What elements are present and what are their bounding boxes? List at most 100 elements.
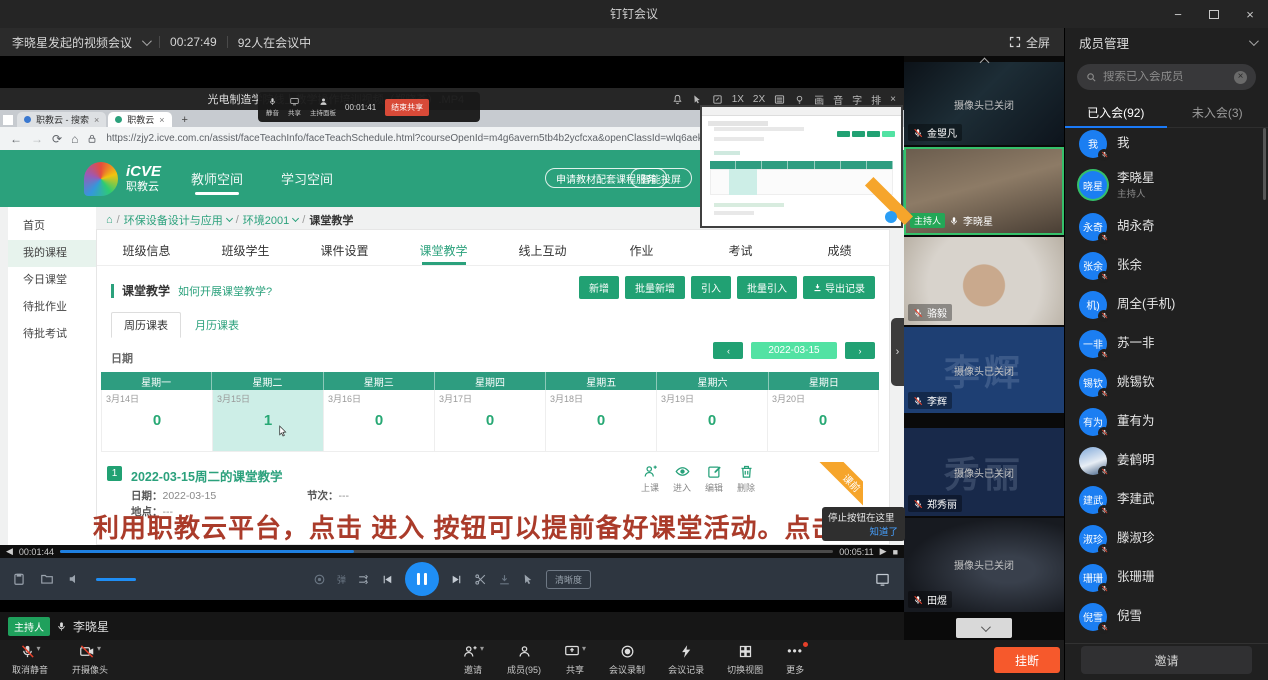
edit-square-icon[interactable]	[712, 94, 723, 105]
member-row[interactable]: 机) 周全(手机)	[1065, 285, 1268, 324]
disc-icon[interactable]	[313, 573, 326, 586]
batch-import-button[interactable]: 批量引入	[737, 276, 797, 299]
month-schedule-tab[interactable]: 月历课表	[195, 317, 239, 338]
speaker-icon[interactable]	[68, 572, 82, 586]
pause-button[interactable]	[405, 562, 439, 596]
minimize-button[interactable]: −	[1160, 0, 1196, 28]
bulb-icon[interactable]	[794, 94, 805, 105]
player-close-icon[interactable]: ×	[890, 94, 896, 105]
tab-class-info[interactable]: 班级信息	[97, 236, 196, 265]
next-week-button[interactable]: ›	[845, 342, 875, 359]
participant-tile[interactable]: 秀丽 摄像头已关闭 郑秀丽	[904, 428, 1064, 516]
member-row[interactable]: 淑珍 滕淑珍	[1065, 519, 1268, 558]
member-row[interactable]: 一非 苏一非	[1065, 324, 1268, 363]
rewind-icon[interactable]: ◀	[6, 546, 13, 557]
member-row[interactable]: 建武 李建武	[1065, 480, 1268, 519]
member-row[interactable]: 姜鹤明	[1065, 441, 1268, 480]
back-icon[interactable]: ←	[10, 133, 22, 145]
tab-joined[interactable]: 已入会(92)	[1065, 98, 1167, 127]
caret-icon[interactable]: ▾	[480, 644, 484, 653]
member-row[interactable]: 倪雪 倪雪	[1065, 597, 1268, 636]
meeting-notes-button[interactable]: 会议记录	[668, 644, 704, 676]
chevron-down-icon[interactable]	[292, 215, 299, 222]
day-cell[interactable]: 3月17日0	[435, 390, 546, 451]
week-schedule-tab[interactable]: 周历课表	[111, 312, 181, 338]
browser-tab-2[interactable]: 职教云 ×	[108, 112, 171, 127]
import-button[interactable]: 引入	[691, 276, 731, 299]
tab-online-interaction[interactable]: 线上互动	[493, 236, 592, 265]
shuffle-icon[interactable]	[357, 573, 370, 586]
pointer-tool-icon[interactable]	[522, 573, 535, 586]
quality-button[interactable]: 清晰度	[546, 570, 591, 589]
browser-tab-1[interactable]: 职教云 - 搜索 ×	[17, 112, 106, 127]
day-cell[interactable]: 3月19日0	[657, 390, 768, 451]
close-button[interactable]: ×	[1232, 0, 1268, 28]
breadcrumb-class[interactable]: 环境2001	[243, 212, 289, 228]
edit-session-button[interactable]: 编辑	[705, 464, 723, 494]
sidebar-item-pending-exams[interactable]: 待批考试	[8, 321, 96, 348]
invite-members-button[interactable]: 邀请	[1081, 646, 1252, 674]
previous-icon[interactable]	[381, 573, 394, 586]
hangup-button[interactable]: 挂断	[994, 647, 1060, 673]
member-row[interactable]: 永奇 胡永奇	[1065, 207, 1268, 246]
unmute-button[interactable]: ▾ 取消静音	[12, 644, 48, 676]
participant-tile[interactable]: 摄像头已关闭 金曌凡	[904, 62, 1064, 145]
delete-session-button[interactable]: 删除	[737, 464, 755, 494]
home-icon[interactable]: ⌂	[106, 214, 113, 226]
chevron-down-icon[interactable]	[142, 36, 152, 46]
member-row[interactable]: 张余 张余	[1065, 246, 1268, 285]
day-cell[interactable]: 3月16日0	[324, 390, 435, 451]
participant-tile[interactable]: 李辉 摄像头已关闭 李辉	[904, 327, 1064, 413]
member-row[interactable]: 珊珊 张珊珊	[1065, 558, 1268, 597]
start-class-button[interactable]: 上课	[641, 464, 659, 494]
member-row-host[interactable]: 晓星 李晓星 主持人	[1065, 163, 1268, 207]
volume-slider[interactable]	[96, 578, 136, 581]
day-cell[interactable]: 3月18日0	[546, 390, 657, 451]
invite-button[interactable]: ▾ 邀请	[462, 644, 484, 676]
caret-icon[interactable]: ▾	[582, 644, 586, 653]
day-cell[interactable]: 3月20日0	[768, 390, 878, 451]
bell-icon[interactable]	[672, 94, 683, 105]
reload-icon[interactable]: ⟳	[52, 133, 62, 145]
day-cell[interactable]: 3月14日0	[102, 390, 213, 451]
member-search-box[interactable]: ×	[1077, 64, 1256, 90]
home-icon[interactable]: ⌂	[71, 133, 78, 145]
chevron-down-icon[interactable]	[226, 215, 233, 222]
prev-week-button[interactable]: ›	[713, 342, 743, 359]
members-button[interactable]: 成员(95)	[507, 644, 541, 676]
seek-bar[interactable]	[60, 550, 833, 553]
next-icon[interactable]	[450, 573, 463, 586]
tab-homework[interactable]: 作业	[592, 236, 691, 265]
member-list[interactable]: 我 我 晓星 李晓星 主持人 永奇 胡永奇 张余	[1065, 124, 1268, 636]
switch-view-button[interactable]: 切换视图	[727, 644, 763, 676]
member-search-input[interactable]	[1103, 71, 1228, 83]
breadcrumb-course[interactable]: 环保设备设计与应用	[124, 212, 223, 228]
download-icon[interactable]	[498, 573, 511, 586]
section-help-link[interactable]: 如何开展课堂教学?	[178, 283, 272, 299]
session-title[interactable]: 2022-03-15周二的课堂教学	[131, 466, 282, 485]
icve-logo[interactable]: iCVE 职教云	[84, 162, 161, 196]
enter-class-button[interactable]: 进入	[673, 464, 691, 494]
collapse-panel-icon[interactable]	[1249, 36, 1259, 46]
nav-learning-space[interactable]: 学习空间	[281, 169, 333, 188]
tab-courseware[interactable]: 课件设置	[295, 236, 394, 265]
sidebar-item-my-courses[interactable]: 我的课程	[8, 240, 96, 267]
smart-cast-button[interactable]: 智能投屏	[630, 168, 692, 188]
tab-class-students[interactable]: 班级学生	[196, 236, 295, 265]
tab-classroom-teaching[interactable]: 课堂教学	[394, 236, 493, 265]
export-records-button[interactable]: 导出记录	[803, 276, 875, 299]
panel-collapse-handle[interactable]: ›	[891, 318, 904, 386]
participant-tile-speaking[interactable]: 主持人 李晓星	[904, 147, 1064, 235]
tab-grades[interactable]: 成绩	[790, 236, 889, 265]
danmaku-button[interactable]: 弹	[337, 573, 346, 586]
participant-tile[interactable]: 摄像头已关闭 田煜	[904, 518, 1064, 612]
participant-tile[interactable]: 骆毅	[904, 237, 1064, 325]
tooltip-ok-link[interactable]: 知道了	[869, 524, 898, 538]
more-button[interactable]: ••• 更多	[786, 644, 804, 676]
new-tab-button[interactable]: +	[182, 114, 188, 126]
camera-on-button[interactable]: ▾ 开摄像头	[72, 644, 108, 676]
forward-icon[interactable]: →	[31, 133, 43, 145]
nav-teacher-space[interactable]: 教师空间	[191, 169, 243, 188]
batch-add-button[interactable]: 批量新增	[625, 276, 685, 299]
share-screen-button[interactable]: ▾ 共享	[564, 644, 586, 676]
